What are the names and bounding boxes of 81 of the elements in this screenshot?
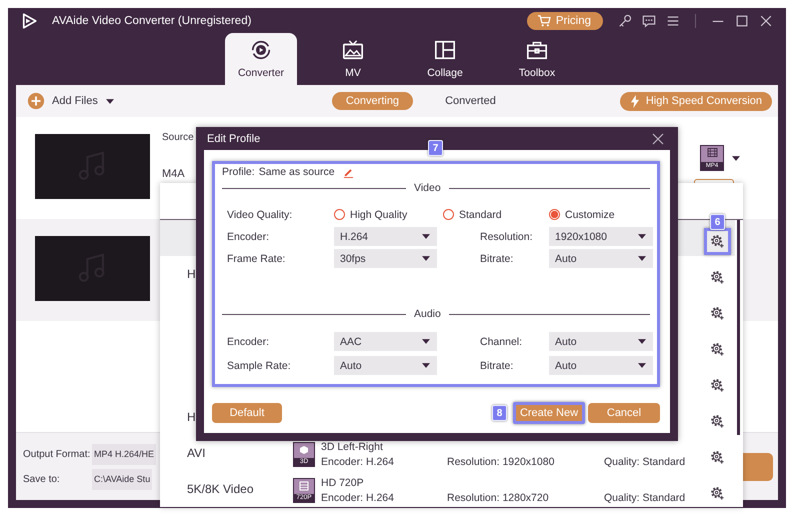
dropdown[interactable]: Auto bbox=[549, 356, 653, 375]
preset-encoder: Encoder: H.264 bbox=[321, 492, 395, 504]
add-files-button[interactable]: Add Files bbox=[27, 92, 98, 110]
cube-icon bbox=[298, 445, 310, 456]
file-format: M4A bbox=[162, 168, 186, 180]
section-heading: Audio bbox=[414, 308, 441, 320]
collage-icon bbox=[434, 39, 456, 61]
nav-tab[interactable]: Collage bbox=[409, 33, 481, 85]
radio-circle[interactable] bbox=[334, 209, 345, 220]
format-category[interactable]: H bbox=[187, 399, 196, 436]
preset-name: HD 720P bbox=[321, 477, 365, 490]
dropdown[interactable]: 1920x1080 bbox=[549, 227, 653, 246]
save-to-label: Save to: bbox=[23, 474, 61, 485]
field-label: Bitrate: bbox=[480, 358, 514, 374]
converter-icon bbox=[250, 39, 272, 61]
maximize-icon[interactable] bbox=[735, 14, 749, 28]
caret-icon bbox=[638, 234, 646, 239]
dropdown[interactable]: 30fps bbox=[334, 249, 437, 268]
radio-circle[interactable] bbox=[443, 209, 454, 220]
film-icon bbox=[298, 481, 310, 492]
output-format-label: Output Format: bbox=[23, 449, 92, 460]
source-label: Source bbox=[162, 132, 194, 145]
toolbox-icon bbox=[526, 39, 548, 61]
quality-radio[interactable]: High Quality bbox=[334, 205, 437, 224]
lightning-icon bbox=[630, 94, 640, 108]
preset-resolution: Resolution: 1920x1080 bbox=[447, 456, 556, 468]
profile-label: Profile: bbox=[222, 166, 255, 178]
cart-icon bbox=[536, 14, 551, 26]
dropdown[interactable]: AAC bbox=[334, 332, 437, 351]
save-path-field[interactable]: C:\AVAide Stu bbox=[92, 469, 152, 490]
dialog-title: Edit Profile bbox=[207, 132, 262, 144]
quality-radio[interactable]: Customize bbox=[549, 205, 653, 224]
caret-icon bbox=[638, 339, 646, 344]
preset-resolution: Resolution: 1280x720 bbox=[447, 492, 550, 504]
pencil-icon[interactable] bbox=[342, 166, 354, 178]
dropdown[interactable]: Auto bbox=[549, 332, 653, 351]
step-callout: 6 bbox=[710, 214, 725, 230]
plus-icon bbox=[27, 92, 45, 110]
section-heading: Video bbox=[414, 182, 441, 194]
caret-icon bbox=[422, 363, 430, 368]
nav-tab[interactable]: MV bbox=[317, 33, 389, 85]
film-icon bbox=[706, 148, 718, 157]
preset-encoder: Encoder: H.264 bbox=[321, 456, 395, 468]
dropdown[interactable]: Auto bbox=[549, 249, 653, 268]
caret-icon bbox=[422, 234, 430, 239]
menu-icon[interactable] bbox=[666, 14, 680, 28]
preset-quality: Quality: Standard bbox=[604, 492, 686, 504]
caret-icon bbox=[638, 363, 646, 368]
caret-icon[interactable] bbox=[732, 156, 740, 160]
radio-circle[interactable] bbox=[549, 209, 560, 220]
field-label: Encoder: bbox=[227, 230, 270, 244]
preset-quality: Quality: Standard bbox=[604, 456, 686, 468]
close-icon[interactable] bbox=[652, 132, 664, 144]
field-label: Video Quality: bbox=[227, 208, 294, 222]
dropdown[interactable]: H.264 bbox=[334, 227, 437, 246]
caret-icon bbox=[422, 339, 430, 344]
step-callout: 7 bbox=[428, 140, 443, 156]
caret-icon[interactable] bbox=[106, 98, 114, 104]
step-callout: 8 bbox=[492, 405, 507, 421]
output-format-dropdown[interactable]: MP4 H.264/HE bbox=[92, 444, 156, 465]
feedback-icon[interactable] bbox=[642, 14, 656, 28]
field-label: Sample Rate: bbox=[227, 358, 292, 374]
preset-name: 3D Left-Right bbox=[321, 441, 384, 454]
view-tab[interactable]: Converted bbox=[431, 92, 510, 110]
nav-tab[interactable]: Toolbox bbox=[501, 33, 573, 85]
nav-tab[interactable]: Converter bbox=[225, 33, 297, 85]
mv-icon bbox=[342, 39, 364, 61]
field-label: Channel: bbox=[480, 334, 524, 350]
key-icon[interactable] bbox=[618, 14, 632, 28]
field-label: Frame Rate: bbox=[227, 252, 286, 266]
window-title: AVAide Video Converter (Unregistered) bbox=[52, 14, 252, 26]
field-label: Resolution: bbox=[480, 230, 534, 244]
logo-icon bbox=[20, 12, 38, 30]
field-label: Bitrate: bbox=[480, 252, 514, 266]
dropdown[interactable]: Auto bbox=[334, 356, 437, 375]
quality-radio[interactable]: Standard bbox=[437, 205, 549, 224]
format-category[interactable]: H bbox=[187, 256, 196, 292]
profile-name: Same as source bbox=[258, 166, 335, 178]
close-icon[interactable] bbox=[759, 14, 773, 28]
format-category[interactable]: 5K/8K Video bbox=[187, 471, 254, 507]
field-label: Encoder: bbox=[227, 334, 270, 350]
